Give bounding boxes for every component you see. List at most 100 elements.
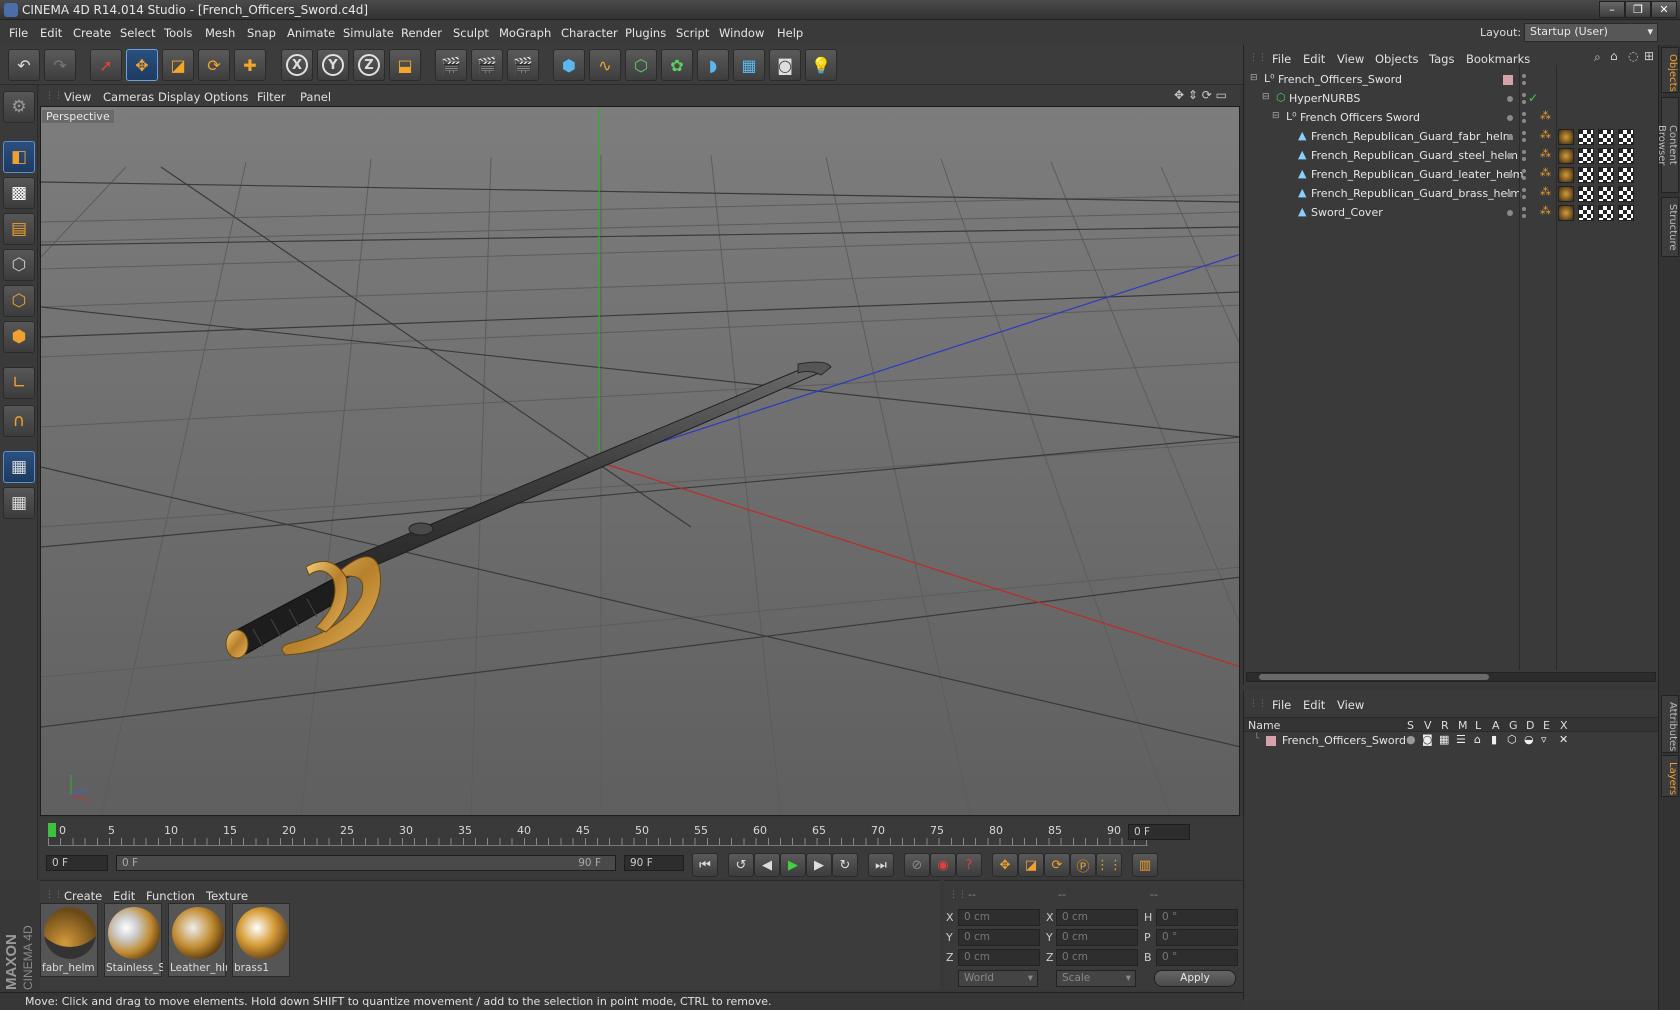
menu-render[interactable]: Render — [401, 26, 442, 40]
render-picture-viewer-button[interactable]: 🎬 — [471, 49, 503, 81]
menu-edit[interactable]: Edit — [40, 26, 62, 40]
om-new-window-icon[interactable]: ⊞ — [1644, 49, 1654, 63]
generators-toggle-icon[interactable]: ⬡ — [1507, 733, 1517, 746]
rotate-tool-button[interactable]: ⟳ — [198, 49, 230, 81]
col-generators[interactable]: G — [1509, 719, 1518, 732]
axis-mode-button[interactable]: ∟ — [3, 367, 35, 399]
om-home-icon[interactable]: ⌂ — [1610, 49, 1618, 63]
record-keys-button[interactable]: ⊘ — [904, 853, 930, 877]
visibility-dot[interactable] — [1507, 172, 1513, 178]
key-pla-button[interactable]: ⋮⋮ — [1096, 853, 1122, 877]
phong-tag-icon[interactable]: ⁂ — [1540, 128, 1551, 141]
menu-select[interactable]: Select — [120, 26, 155, 40]
object-row[interactable]: ▲ French_Republican_Guard_fabr_helm ⁂ — [1244, 127, 1659, 147]
phong-tag-icon[interactable]: ⁂ — [1540, 147, 1551, 160]
layer-color-swatch[interactable] — [1266, 736, 1276, 746]
timeline-window-button[interactable]: ▥ — [1132, 853, 1158, 877]
viewport-menu-view[interactable]: View — [64, 90, 91, 104]
uvw-tag-icon[interactable] — [1598, 129, 1614, 145]
object-row[interactable]: ▲ French_Republican_Guard_brass_helm ⁂ — [1244, 184, 1659, 204]
light-button[interactable]: 💡 — [805, 49, 837, 81]
om-menu-file[interactable]: File — [1272, 52, 1291, 66]
uvw-tag-icon[interactable] — [1578, 205, 1594, 221]
layout-select[interactable]: Startup (User) ▾ — [1524, 23, 1658, 42]
viewport-nav-icons[interactable]: ✥ ⇕ ⟳ ▭ — [1174, 88, 1227, 102]
next-key-button[interactable]: ↻ — [832, 853, 858, 877]
menu-plugins[interactable]: Plugins — [625, 26, 666, 40]
minimize-button[interactable]: – — [1599, 1, 1625, 18]
perspective-viewport[interactable] — [40, 106, 1240, 816]
uvw-tag-icon[interactable] — [1618, 129, 1634, 145]
material-menu-edit[interactable]: Edit — [113, 889, 135, 903]
viewport-menu-display[interactable]: Display — [158, 90, 200, 104]
object-row[interactable]: ⊟ ⬡ HyperNURBS ✓ — [1244, 89, 1659, 109]
workplane-lock-button[interactable]: ▦ — [3, 451, 35, 483]
collapse-icon[interactable]: ⊟ — [1262, 92, 1270, 102]
xref-toggle-icon[interactable]: ✕ — [1559, 733, 1568, 746]
layer-row[interactable]: └ French_Officers_Sword ● ◙ ▦ ☰ ⌂ ▮ ⬡ ◒ … — [1244, 733, 1659, 749]
rotation-b-field[interactable]: 0 ° — [1156, 949, 1238, 966]
expressions-toggle-icon[interactable]: ▿ — [1541, 733, 1547, 746]
material-tag-icon[interactable] — [1558, 186, 1574, 202]
col-render[interactable]: R — [1441, 719, 1449, 732]
viewport-menu-panel[interactable]: Panel — [300, 90, 331, 104]
menu-snap[interactable]: Snap — [247, 26, 276, 40]
om-eye-icon[interactable]: ◌ — [1628, 49, 1638, 63]
phong-tag-icon[interactable]: ⁂ — [1540, 109, 1551, 122]
start-frame-field[interactable]: 0 F — [46, 855, 108, 871]
scale-tool-button[interactable]: ◪ — [162, 49, 194, 81]
key-scale-button[interactable]: ◪ — [1018, 853, 1044, 877]
array-button[interactable]: ✿ — [661, 49, 693, 81]
menu-mograph[interactable]: MoGraph — [499, 26, 551, 40]
material-menu-create[interactable]: Create — [64, 889, 102, 903]
material-swatch[interactable]: fabr_helm — [40, 903, 98, 977]
timeline-ruler[interactable]: 0 5 10 15 20 25 30 35 40 45 50 55 60 65 … — [40, 818, 1243, 848]
collapse-icon[interactable]: ⊟ — [1250, 73, 1258, 83]
material-tag-icon[interactable] — [1558, 129, 1574, 145]
visibility-dot[interactable] — [1507, 153, 1513, 159]
autokey-button[interactable]: ◉ — [930, 853, 956, 877]
material-tag-icon[interactable] — [1558, 205, 1574, 221]
polygons-mode-button[interactable]: ⬢ — [3, 321, 35, 353]
menu-script[interactable]: Script — [676, 26, 709, 40]
viewport-menu-cameras[interactable]: Cameras — [103, 90, 154, 104]
uvw-tag-icon[interactable] — [1578, 167, 1594, 183]
object-row[interactable]: ▲ French_Republican_Guard_steel_helm ⁂ — [1244, 146, 1659, 166]
om-menu-tags[interactable]: Tags — [1429, 52, 1454, 66]
menu-window[interactable]: Window — [719, 26, 764, 40]
deformers-toggle-icon[interactable]: ◒ — [1524, 733, 1534, 746]
om-horizontal-scrollbar[interactable] — [1246, 672, 1656, 682]
scrollbar-thumb[interactable] — [1259, 674, 1489, 680]
menu-character[interactable]: Character — [561, 26, 618, 40]
animation-toggle-icon[interactable]: ▮ — [1491, 733, 1497, 746]
cube-object-button[interactable]: ⬢ — [553, 49, 585, 81]
viewport-menu-options[interactable]: Options — [204, 90, 248, 104]
tab-content-browser[interactable]: Content Browser — [1656, 97, 1679, 193]
col-animation[interactable]: A — [1492, 719, 1500, 732]
uvw-tag-icon[interactable] — [1578, 186, 1594, 202]
menu-animate[interactable]: Animate — [287, 26, 335, 40]
col-manager[interactable]: M — [1458, 719, 1468, 732]
uvw-tag-icon[interactable] — [1618, 186, 1634, 202]
col-view[interactable]: V — [1424, 719, 1432, 732]
object-row[interactable]: ⊟ L⁰ French_Officers_Sword — [1244, 70, 1659, 90]
menu-file[interactable]: File — [9, 26, 28, 40]
size-x-field[interactable]: 0 cm — [1056, 909, 1138, 926]
enabled-check-icon[interactable]: ✓ — [1528, 91, 1538, 105]
position-y-field[interactable]: 0 cm — [958, 929, 1040, 946]
menu-help[interactable]: Help — [777, 26, 803, 40]
maximize-button[interactable]: ❐ — [1625, 1, 1651, 18]
recent-tool-button[interactable]: ✚ — [234, 49, 266, 81]
object-row[interactable]: ▲ French_Republican_Guard_leater_helm ⁂ — [1244, 165, 1659, 185]
lm-menu-edit[interactable]: Edit — [1303, 698, 1325, 712]
col-deformers[interactable]: D — [1526, 719, 1534, 732]
material-tag-icon[interactable] — [1558, 148, 1574, 164]
undo-button[interactable]: ↶ — [8, 49, 40, 81]
redo-button[interactable]: ↷ — [44, 49, 76, 81]
uvw-tag-icon[interactable] — [1578, 148, 1594, 164]
size-z-field[interactable]: 0 cm — [1056, 949, 1138, 966]
tab-attributes[interactable]: Attributes — [1661, 695, 1679, 753]
om-menu-bookmarks[interactable]: Bookmarks — [1466, 52, 1530, 66]
visibility-dot[interactable] — [1507, 96, 1513, 102]
position-z-field[interactable]: 0 cm — [958, 949, 1040, 966]
